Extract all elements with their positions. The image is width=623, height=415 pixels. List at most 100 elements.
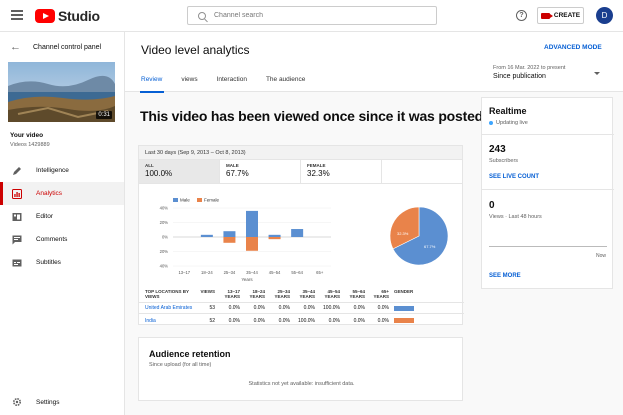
demographics-period: Last 30 days (Sep 9, 2013 – Oct 8, 2013) — [139, 146, 462, 160]
create-button[interactable]: CREATE — [537, 7, 584, 24]
y-tick-label: 20% — [160, 249, 169, 254]
divider — [482, 189, 614, 190]
studio-logo[interactable]: Studio — [35, 8, 100, 24]
chevron-down-icon[interactable] — [594, 72, 600, 75]
back-arrow-icon: ← — [10, 41, 21, 53]
tab-views[interactable]: views — [181, 76, 197, 92]
demographics-card: Last 30 days (Sep 9, 2013 – Oct 8, 2013)… — [138, 145, 464, 326]
gender-bar-female — [394, 318, 414, 323]
sidebar-item-intelligence[interactable]: Intelligence — [0, 159, 124, 182]
table-cell: 0.0% — [278, 317, 290, 324]
segment-label: FEMALE — [307, 163, 326, 168]
see-more-link[interactable]: SEE MORE — [489, 273, 521, 279]
y-tick-label: 20% — [160, 220, 169, 225]
analytics-tabs: Review views Interaction The audience — [139, 76, 324, 93]
pie-female-label: 32.3% — [397, 231, 409, 236]
table-cell: 0.0% — [253, 317, 265, 324]
col-header-45-54: 45–54 YEARS — [324, 289, 340, 299]
col-header-location: TOP LOCATIONS BY VIEWS — [145, 289, 189, 299]
legend-female-label: Female — [204, 198, 220, 203]
analytics-icon — [12, 188, 22, 199]
search-box[interactable] — [187, 6, 437, 25]
sidebar-nav: Intelligence Analytics Editor Comments S… — [0, 159, 124, 274]
y-tick-label: 40% — [160, 206, 169, 211]
video-title: Your video — [10, 132, 44, 139]
table-cell: 100.0% — [298, 317, 315, 324]
segment-value: 100.0% — [145, 169, 173, 178]
sidebar-item-editor[interactable]: Editor — [0, 205, 124, 228]
gender-segments: ALL 100.0% MALE 67.7% FEMALE 32.3% — [139, 160, 462, 184]
realtime-card: Realtime Updating live 243 Subscribers S… — [481, 97, 614, 289]
retention-title: Audience retention — [149, 349, 231, 359]
comments-icon — [12, 235, 22, 245]
settings-label: Settings — [36, 398, 60, 406]
date-range-selector[interactable]: From 16 Mar. 2022 to present Since publi… — [493, 65, 565, 80]
views-period-label: Views · Last 48 hours — [489, 214, 542, 220]
sidebar-item-analytics[interactable]: Analytics — [0, 182, 124, 205]
see-live-count-link[interactable]: SEE LIVE COUNT — [489, 174, 539, 180]
x-tick-label: 55–64 — [291, 270, 303, 275]
retention-message: Statistics not yet available: insufficie… — [248, 381, 355, 387]
col-header-18-24: 18–24 YEARS — [249, 289, 265, 299]
views-headline: This video has been viewed once since it… — [140, 108, 487, 124]
table-cell: 0.0% — [377, 305, 389, 311]
bar-female-25–34 — [223, 237, 236, 243]
sidebar-item-settings[interactable]: Settings — [12, 397, 60, 407]
sidebar-item-label: Intelligence — [36, 167, 69, 174]
table-cell: 100.0% — [323, 305, 340, 311]
help-icon[interactable]: ? — [516, 10, 527, 21]
live-dot-icon — [489, 121, 493, 125]
table-cell: 0.0% — [353, 305, 365, 311]
segment-label: MALE — [226, 163, 239, 168]
views-cell: 53 — [209, 305, 215, 311]
video-thumbnail[interactable]: 0:31 — [8, 62, 115, 122]
segment-female[interactable]: FEMALE 32.3% — [301, 160, 382, 183]
views-cell: 52 — [209, 317, 215, 324]
x-tick-label: 18–24 — [201, 270, 213, 275]
table-cell: 0.0% — [328, 317, 340, 324]
location-link[interactable]: United Arab Emirates — [139, 305, 197, 311]
age-gender-bar-chart: 40% 20% 0% 20% 40% 13–17 18–24 25–34 35–44 45–54 5… — [160, 198, 331, 282]
avatar[interactable]: D — [596, 7, 613, 24]
retention-subtitle: Since upload (for all time) — [149, 362, 212, 368]
tab-interaction[interactable]: Interaction — [217, 76, 247, 92]
create-label: CREATE — [553, 12, 581, 19]
legend-male-swatch — [173, 198, 178, 202]
sidebar: ← Channel control panel 0:31 Your video … — [0, 32, 125, 415]
gender-bar-male — [394, 305, 414, 311]
x-axis-label: Years — [241, 277, 253, 282]
back-label: Channel control panel — [33, 43, 102, 51]
tab-review[interactable]: Review — [139, 76, 165, 93]
video-id: Videos 1429889 — [10, 142, 50, 148]
sidebar-item-label: Editor — [36, 213, 53, 220]
sidebar-item-comments[interactable]: Comments — [0, 228, 124, 251]
table-cell: 0.0% — [303, 305, 315, 311]
search-input[interactable] — [214, 12, 414, 19]
subtitles-icon — [12, 258, 22, 268]
x-tick-label: 65+ — [316, 270, 324, 275]
col-header-55-64: 55–64 YEARS — [349, 289, 365, 299]
table-row: India 52 0.0% 0.0% 0.0% 100.0% 0.0% 0.0%… — [139, 315, 464, 326]
sidebar-item-subtitles[interactable]: Subtitles — [0, 251, 124, 274]
table-cell: 0.0% — [377, 317, 389, 324]
gender-cell — [389, 305, 415, 311]
segment-empty — [382, 160, 462, 183]
back-to-channel[interactable]: ← Channel control panel — [10, 41, 102, 53]
table-row: United Arab Emirates 53 0.0% 0.0% 0.0% 0… — [139, 303, 464, 314]
gear-icon — [12, 397, 22, 407]
segment-male[interactable]: MALE 67.7% — [220, 160, 301, 183]
legend-male-label: Male — [180, 198, 190, 203]
now-label: Now — [595, 253, 606, 259]
sidebar-item-label: Analytics — [36, 190, 63, 197]
bar-male-55–64 — [291, 229, 304, 237]
col-header-25-34: 25–34 YEARS — [274, 289, 290, 299]
location-link[interactable]: India — [139, 318, 197, 324]
segment-all[interactable]: ALL 100.0% — [139, 160, 220, 183]
divider — [482, 134, 614, 135]
menu-icon[interactable] — [11, 10, 23, 20]
table-cell: 0.0% — [228, 317, 240, 324]
video-duration: 0:31 — [96, 111, 112, 119]
bar-female-35–44 — [246, 237, 258, 251]
tab-audience[interactable]: The audience — [266, 76, 305, 92]
advanced-mode-button[interactable]: ADVANCED MODE — [544, 44, 602, 51]
